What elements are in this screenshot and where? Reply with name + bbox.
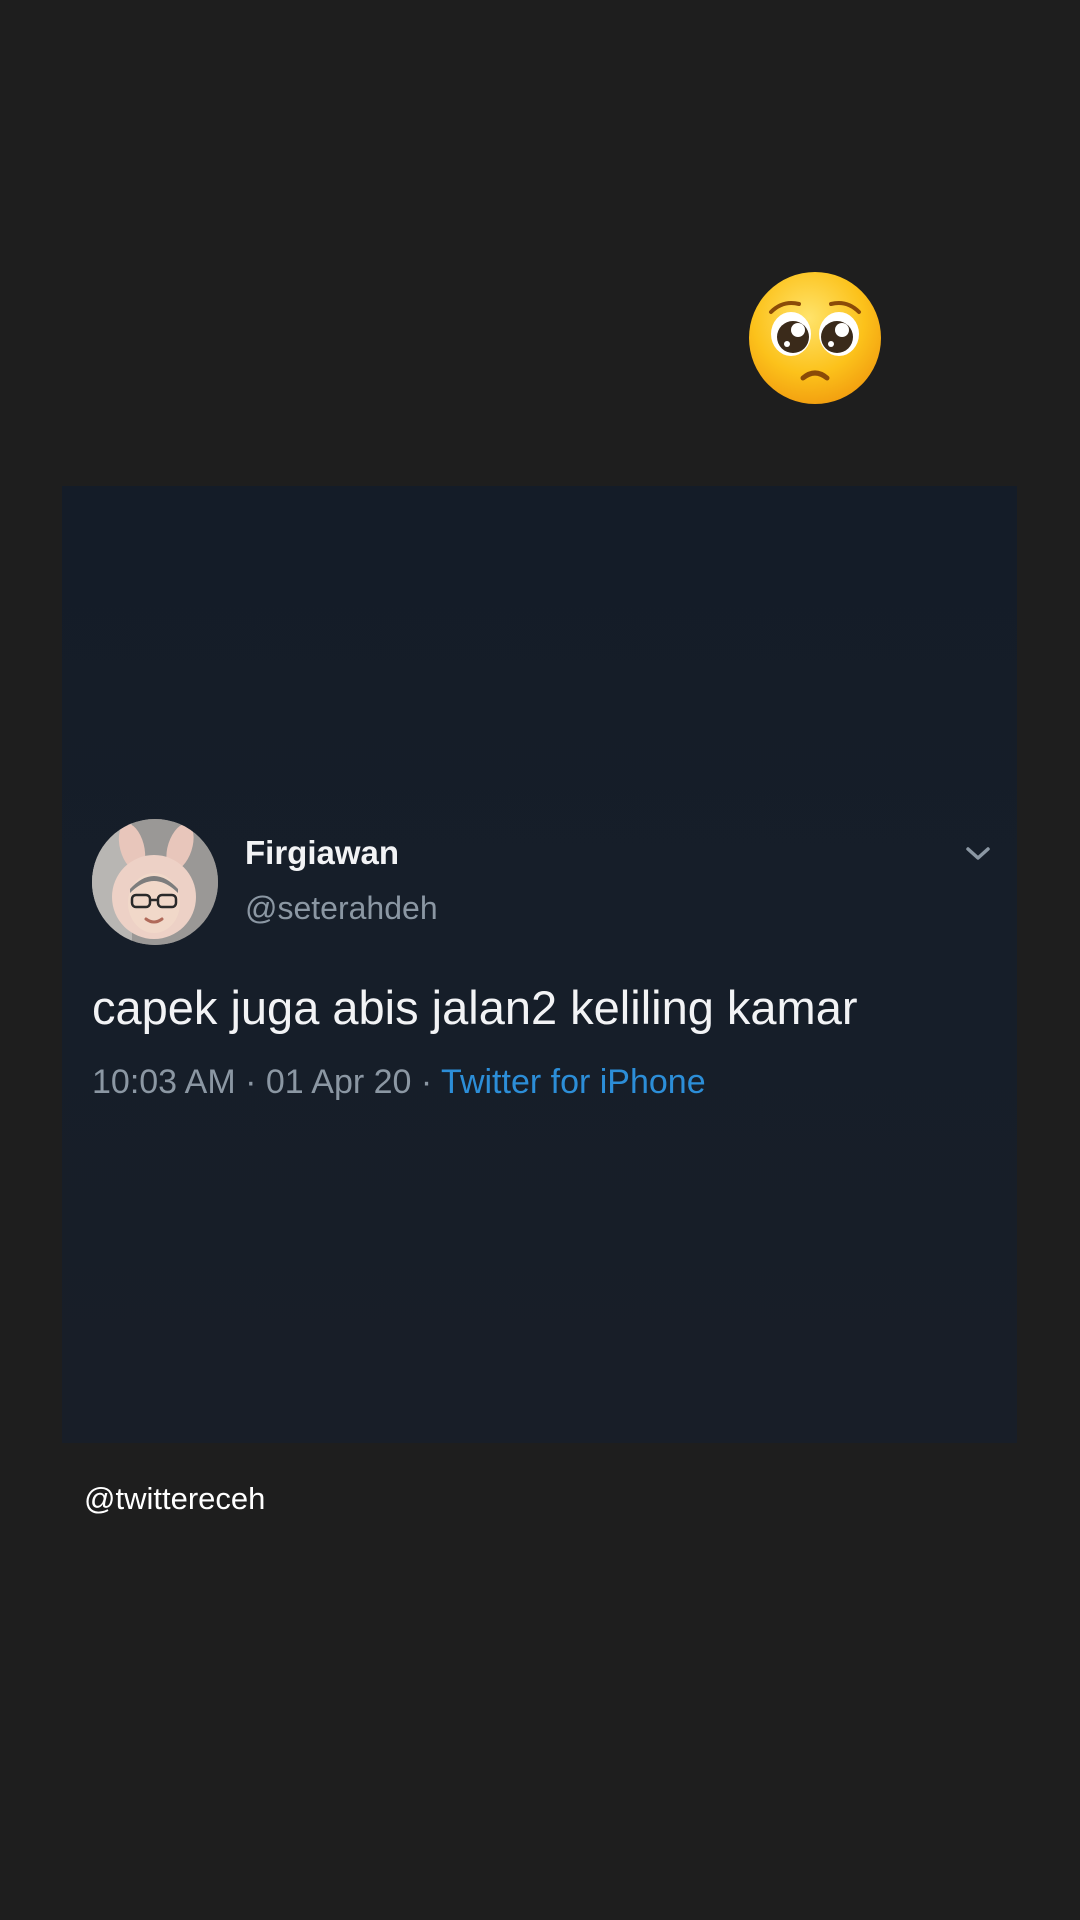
tweet-source-link[interactable]: Twitter for iPhone <box>441 1063 706 1101</box>
chevron-down-icon[interactable] <box>964 844 992 864</box>
meta-separator: · <box>235 1063 266 1101</box>
avatar[interactable] <box>92 819 218 945</box>
author-name[interactable]: Firgiawan <box>245 834 399 872</box>
tweet-text: capek juga abis jalan2 keliling kamar <box>92 981 858 1034</box>
tweet-date: 01 Apr 20 <box>265 1063 412 1101</box>
tweet-meta: 10:03 AM · 01 Apr 20 · Twitter for iPhon… <box>92 1063 706 1102</box>
tweet-time: 10:03 AM <box>92 1063 236 1101</box>
pleading-face-emoji-icon <box>747 270 883 406</box>
tweet-card[interactable]: Firgiawan @seterahdeh capek juga abis ja… <box>62 486 1017 1443</box>
watermark-handle: @twittereceh <box>84 1481 266 1516</box>
author-handle[interactable]: @seterahdeh <box>245 890 438 927</box>
meta-separator: · <box>411 1063 442 1101</box>
